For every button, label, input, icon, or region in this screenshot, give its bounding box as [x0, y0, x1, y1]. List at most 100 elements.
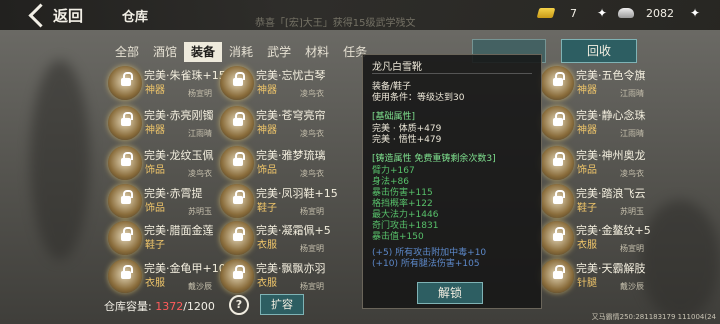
item-icon: [108, 146, 142, 180]
expand-capacity-button[interactable]: 扩容: [260, 294, 304, 315]
inventory-item[interactable]: 完美·龙纹玉佩 饰品 凌鸟衣: [108, 146, 230, 182]
inventory-item[interactable]: 完美·赤亮刚镯 神器 江雨晴: [108, 106, 230, 142]
item-owner: 江雨晴: [188, 129, 212, 138]
item-owner: 凌鸟衣: [300, 129, 324, 138]
gold-currency: 7 ✦: [536, 6, 607, 20]
item-owner: 杨宣明: [188, 89, 212, 98]
item-icon: [220, 146, 254, 180]
capacity-label: 仓库容量:: [104, 300, 152, 313]
capacity-text: 仓库容量: 1372/1200: [104, 298, 215, 314]
lock-icon: [553, 190, 565, 204]
version-text: 又马霸情250:281183179 111004(24: [591, 313, 716, 321]
item-category: 饰品: [577, 165, 597, 176]
back-label: 返回: [53, 6, 84, 25]
inventory-item[interactable]: 完美·神州奥龙 饰品 凌鸟衣: [540, 146, 662, 182]
add-gold-button[interactable]: ✦: [597, 6, 607, 20]
item-category: 神器: [257, 85, 277, 96]
item-category: 衣服: [257, 240, 277, 251]
lock-icon: [121, 227, 133, 241]
tab-martial[interactable]: 武学: [260, 42, 298, 62]
tooltip-set-bonus: (+10) 所有腿法伤害+105: [372, 259, 480, 269]
item-owner: 杨宣明: [620, 244, 644, 253]
lock-icon: [233, 112, 245, 126]
item-owner: 杨宣明: [300, 282, 324, 291]
item-category: 饰品: [145, 203, 165, 214]
item-icon: [220, 259, 254, 293]
lock-icon: [233, 152, 245, 166]
item-icon: [220, 221, 254, 255]
item-icon: [540, 106, 574, 140]
help-icon[interactable]: ?: [229, 295, 249, 315]
tab-tavern[interactable]: 酒馆: [146, 42, 184, 62]
item-category: 神器: [145, 85, 165, 96]
item-owner: 江雨晴: [620, 89, 644, 98]
item-category: 针腿: [577, 278, 597, 289]
lock-icon: [553, 72, 565, 86]
item-owner: 凌鸟衣: [300, 89, 324, 98]
tooltip-item-name: 龙凡白雪靴: [372, 62, 422, 73]
item-owner: 杨宣明: [300, 207, 324, 216]
inventory-item[interactable]: 完美·苍穹亮帘 神器 凌鸟衣: [220, 106, 342, 142]
item-category: 鞋子: [145, 240, 165, 251]
inventory-item[interactable]: 完美·凝霜佩+5 衣服 杨宣明: [220, 221, 342, 257]
item-owner: 江雨晴: [620, 129, 644, 138]
tab-all[interactable]: 全部: [108, 42, 146, 62]
item-icon: [220, 184, 254, 218]
item-owner: 苏明玉: [620, 207, 644, 216]
item-icon: [540, 184, 574, 218]
item-icon: [108, 66, 142, 100]
inventory-item[interactable]: 完美·雅梦琉璃 饰品 凌鸟衣: [220, 146, 342, 182]
inventory-item[interactable]: 完美·天霸解肢 针腿 戴沙辰: [540, 259, 662, 295]
recycle-button[interactable]: 回收: [561, 39, 637, 63]
silver-ingot-icon: [618, 8, 634, 18]
item-owner: 戴沙辰: [620, 282, 644, 291]
item-owner: 杨宣明: [300, 244, 324, 253]
lock-icon: [553, 112, 565, 126]
item-category: 衣服: [577, 240, 597, 251]
item-owner: 戴沙辰: [188, 282, 212, 291]
gold-ingot-icon: [536, 8, 556, 18]
lock-icon: [121, 265, 133, 279]
lock-icon: [553, 265, 565, 279]
divider: [372, 73, 532, 74]
tab-equipment[interactable]: 装备: [184, 42, 223, 62]
tab-consumable[interactable]: 消耗: [222, 42, 260, 62]
item-category: 衣服: [257, 278, 277, 289]
category-tabs: 全部 酒馆 装备 消耗 武学 材料 任务: [108, 42, 374, 62]
tooltip-attr: 完美 · 悟性+479: [372, 135, 442, 145]
lock-icon: [121, 190, 133, 204]
inventory-item[interactable]: 完美·静心念珠 神器 江雨晴: [540, 106, 662, 142]
inventory-item[interactable]: 完美·凤羽鞋+15 鞋子 杨宣明: [220, 184, 342, 220]
lock-icon: [121, 152, 133, 166]
item-icon: [108, 221, 142, 255]
item-owner: 苏明玉: [188, 207, 212, 216]
unlock-button[interactable]: 解锁: [417, 282, 483, 304]
item-category: 饰品: [145, 165, 165, 176]
item-icon: [220, 106, 254, 140]
inventory-item[interactable]: 完美·腊面金莲 鞋子: [108, 221, 230, 257]
item-category: 神器: [257, 125, 277, 136]
item-tooltip: 龙凡白雪靴 装备/鞋子 使用条件：等级达到30 [基础属性] 完美 · 体质+4…: [362, 54, 542, 309]
inventory-item[interactable]: 完美·忘忧古琴 神器 凌鸟衣: [220, 66, 342, 102]
silver-value: 2082: [646, 6, 674, 20]
item-icon: [540, 259, 574, 293]
inventory-item[interactable]: 完美·踏浪飞云 鞋子 苏明玉: [540, 184, 662, 220]
item-category: 饰品: [257, 165, 277, 176]
item-category: 神器: [577, 85, 597, 96]
inventory-item[interactable]: 完美·朱雀珠+15 神器 杨宣明: [108, 66, 230, 102]
add-silver-button[interactable]: ✦: [690, 6, 700, 20]
lock-icon: [553, 227, 565, 241]
item-icon: [540, 66, 574, 100]
inventory-item[interactable]: 完美·金鳌纹+5 衣服 杨宣明: [540, 221, 662, 257]
tooltip-requirement: 使用条件：等级达到30: [372, 93, 465, 103]
inventory-item[interactable]: 完美·五色令旗 神器 江雨晴: [540, 66, 662, 102]
tab-material[interactable]: 材料: [298, 42, 336, 62]
item-owner: 凌鸟衣: [300, 169, 324, 178]
back-button[interactable]: 返回: [26, 2, 86, 28]
inventory-item[interactable]: 完美·飘飘亦羽 衣服 杨宣明: [220, 259, 342, 295]
inventory-item[interactable]: 完美·金龟甲+10 衣服 戴沙辰: [108, 259, 230, 295]
lock-icon: [121, 112, 133, 126]
item-icon: [220, 66, 254, 100]
inventory-item[interactable]: 完美·赤霄提 饰品 苏明玉: [108, 184, 230, 220]
page-title: 仓库: [122, 10, 149, 25]
